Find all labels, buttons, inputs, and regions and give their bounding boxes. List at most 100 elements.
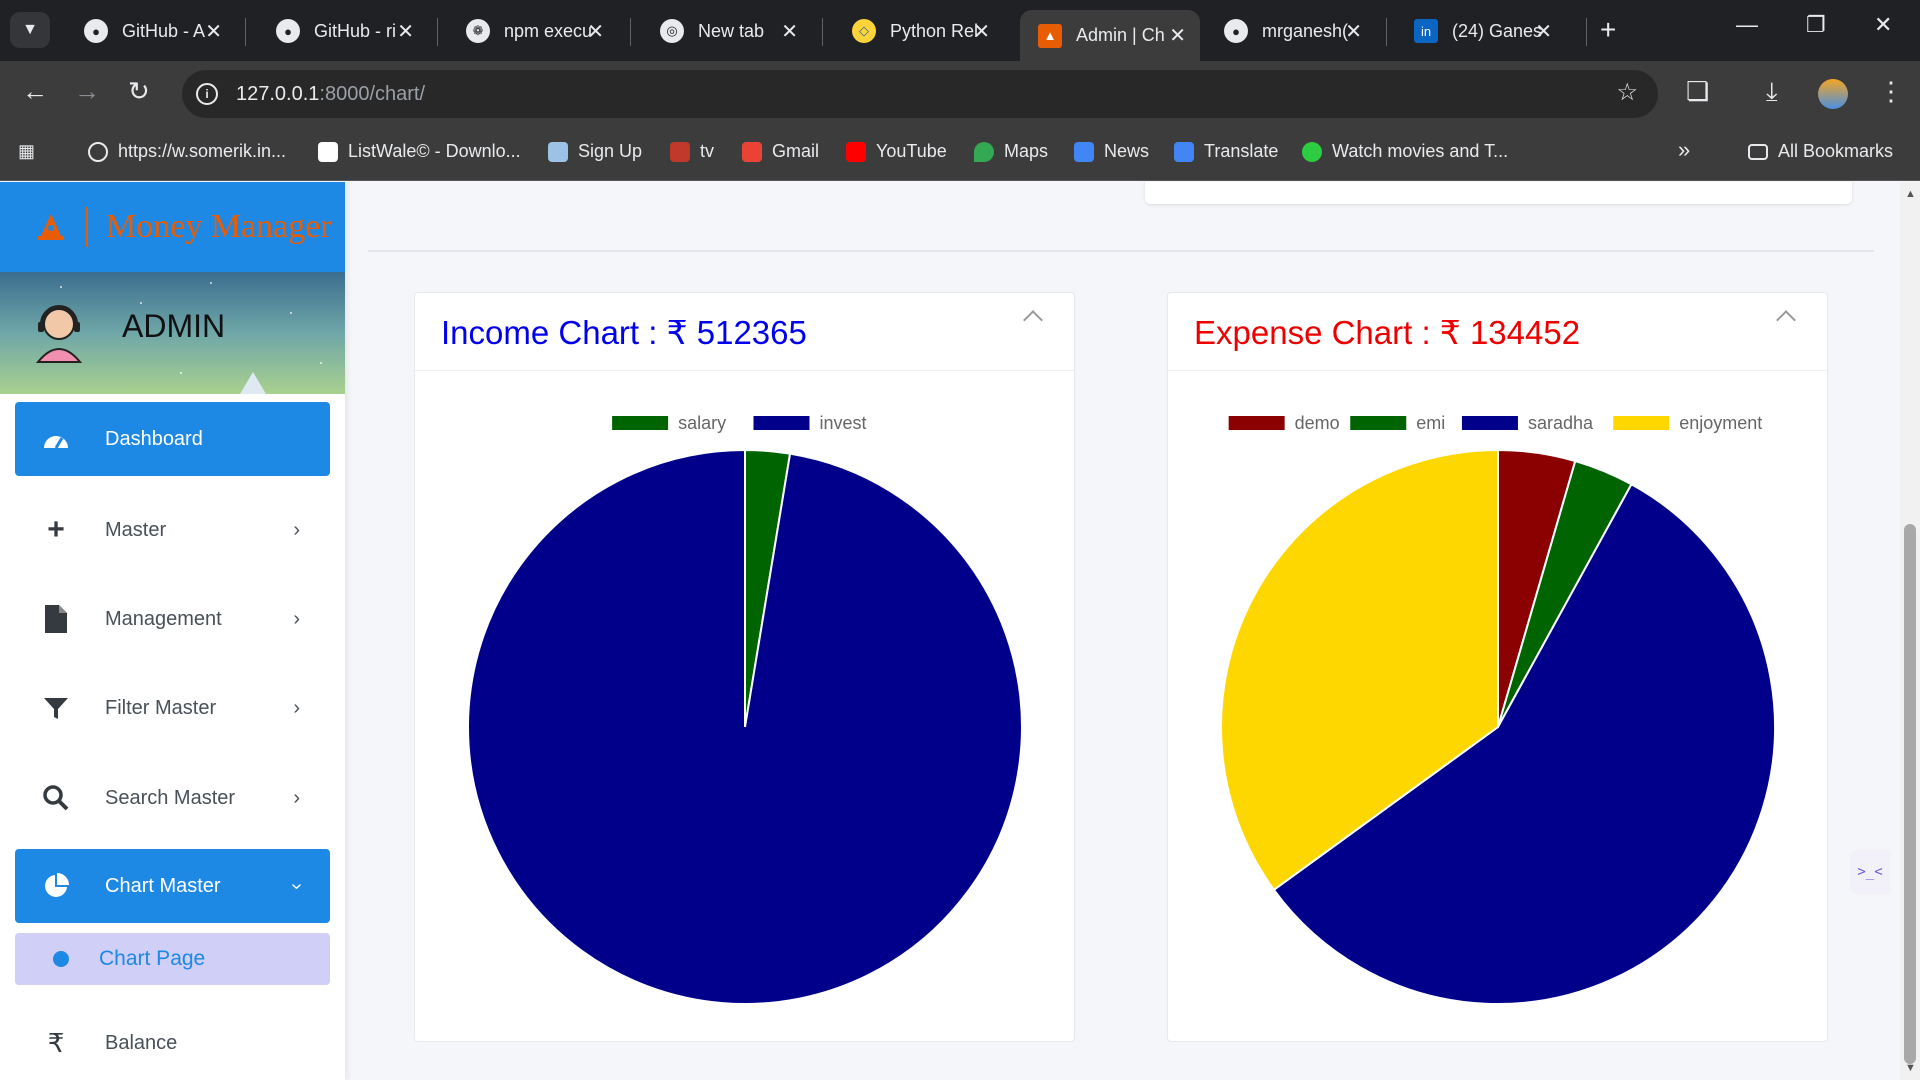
pie-slice-invest[interactable] (467, 448, 1023, 1005)
browser-tab-strip: ▼ ● GitHub - A ✕ ● GitHub - ri ✕ ❁ npm e… (0, 0, 1920, 61)
legend-label-salary[interactable]: salary (678, 413, 726, 433)
bookmark-item[interactable]: News (1074, 141, 1149, 162)
app-logo-icon: ▲ (1038, 23, 1062, 48)
bookmark-item[interactable]: tv (670, 141, 714, 162)
legend-label-demo[interactable]: demo (1295, 413, 1340, 433)
user-avatar[interactable] (26, 300, 92, 366)
sidebar-item-management[interactable]: Management › (15, 582, 330, 656)
bookmark-item[interactable]: Watch movies and T... (1302, 141, 1508, 162)
income-chart-card: Income Chart : ₹ 512365 salary invest (414, 292, 1075, 1042)
back-icon[interactable]: ← (22, 76, 48, 107)
site-info-icon[interactable]: i (196, 83, 218, 105)
legend-label-enjoyment[interactable]: enjoyment (1679, 413, 1762, 433)
close-window-icon[interactable]: ✕ (1874, 12, 1892, 38)
github-icon: ● (276, 19, 300, 43)
sidebar-item-search-master[interactable]: Search Master › (15, 761, 330, 835)
forward-icon[interactable]: → (74, 76, 100, 107)
legend-label-emi[interactable]: emi (1416, 413, 1445, 433)
linkedin-icon: in (1414, 19, 1438, 43)
profile-avatar[interactable] (1818, 79, 1848, 109)
legend-swatch-invest[interactable] (753, 416, 810, 430)
income-chart-title: Income Chart : ₹ 512365 (441, 314, 807, 351)
brand-name: Money Manager (106, 208, 332, 245)
bookmark-item[interactable]: Maps (974, 141, 1048, 162)
address-bar[interactable]: i 127.0.0.1:8000/chart/ ☆ (182, 70, 1658, 118)
legend-swatch-saradha[interactable] (1461, 416, 1518, 430)
browser-tab[interactable]: ● GitHub - ri ✕ (258, 10, 428, 52)
rupee-icon: ₹ (47, 1027, 65, 1058)
brand-header[interactable]: Money Manager (0, 182, 345, 272)
close-tab-icon[interactable]: ✕ (1169, 23, 1186, 48)
python-icon: ◇ (852, 19, 876, 43)
legend-swatch-salary[interactable] (612, 416, 669, 430)
legend-label-saradha[interactable]: saradha (1528, 413, 1594, 433)
bookmark-star-icon[interactable]: ☆ (1616, 78, 1638, 107)
maps-icon (974, 141, 994, 162)
restore-icon[interactable]: ❐ (1806, 12, 1826, 38)
legend-label-invest[interactable]: invest (820, 413, 867, 433)
bookmark-item[interactable]: Sign Up (548, 141, 642, 162)
play-icon (1302, 141, 1322, 162)
bookmark-item[interactable]: YouTube (846, 141, 947, 162)
sidebar-item-balance[interactable]: ₹ Balance (15, 1006, 330, 1080)
signup-icon (548, 141, 568, 162)
github-icon: ● (84, 19, 108, 43)
assistant-widget-button[interactable]: >_< (1850, 850, 1890, 894)
expense-chart-title: Expense Chart : ₹ 134452 (1194, 314, 1581, 351)
sidebar-item-filter-master[interactable]: Filter Master › (15, 671, 330, 745)
close-tab-icon[interactable]: ✕ (587, 19, 604, 44)
dashboard-gauge-icon (39, 428, 73, 450)
collapse-chevron-icon[interactable] (1023, 310, 1043, 330)
legend-swatch-enjoyment[interactable] (1613, 416, 1670, 430)
legend-swatch-demo[interactable] (1228, 416, 1285, 430)
brand-logo-icon (38, 214, 64, 240)
close-tab-icon[interactable]: ✕ (973, 19, 990, 44)
apps-grid-icon[interactable]: ▦ (18, 141, 35, 162)
browser-tab[interactable]: ◇ Python Rel ✕ (834, 10, 1004, 52)
collapse-chevron-icon[interactable] (1776, 310, 1796, 330)
bookmark-item[interactable]: ListWale© - Downlo... (318, 141, 521, 162)
new-tab-button[interactable]: + (1600, 14, 1616, 46)
browser-tab-active[interactable]: ▲ Admin | Ch ✕ (1020, 10, 1200, 61)
github-icon: ● (1224, 19, 1248, 43)
search-icon (39, 785, 73, 811)
chevron-right-icon: › (293, 786, 300, 809)
bookmarks-overflow-button[interactable]: » (1678, 137, 1690, 163)
openai-icon: ❁ (466, 19, 490, 43)
reload-icon[interactable]: ↻ (128, 76, 150, 107)
card-header: Income Chart : ₹ 512365 (415, 293, 1074, 371)
legend-swatch-emi[interactable] (1350, 416, 1407, 430)
scrollbar-thumb[interactable] (1904, 524, 1916, 1064)
sidebar-subitem-chart-page[interactable]: Chart Page (15, 933, 330, 985)
scroll-up-icon[interactable]: ▲ (1905, 188, 1916, 200)
menu-kebab-icon[interactable]: ⋮ (1878, 76, 1904, 107)
all-bookmarks-button[interactable]: All Bookmarks (1748, 141, 1893, 162)
scroll-down-icon[interactable]: ▼ (1905, 1062, 1916, 1074)
bookmark-item[interactable]: Gmail (742, 141, 819, 162)
browser-tab[interactable]: ● mrganesh( ✕ (1206, 10, 1376, 52)
close-tab-icon[interactable]: ✕ (397, 19, 414, 44)
bookmark-item[interactable]: Translate (1174, 141, 1278, 162)
section-divider (368, 250, 1874, 252)
close-tab-icon[interactable]: ✕ (1535, 19, 1552, 44)
chrome-icon: ◎ (660, 19, 684, 43)
minimize-icon[interactable]: — (1736, 12, 1758, 38)
globe-icon (88, 141, 108, 162)
downloads-icon[interactable]: ⤓ (1766, 76, 1778, 108)
bookmark-item[interactable]: https://w.somerik.in... (88, 141, 286, 162)
browser-tab[interactable]: in (24) Ganes ✕ (1396, 10, 1566, 52)
browser-tab[interactable]: ◎ New tab ✕ (642, 10, 812, 52)
tab-search-dropdown[interactable]: ▼ (10, 12, 50, 48)
browser-tab[interactable]: ❁ npm execu ✕ (448, 10, 618, 52)
user-panel: ADMIN (0, 272, 345, 394)
chevron-right-icon: › (293, 518, 300, 541)
page-scrollbar[interactable]: ▲ ▼ (1900, 182, 1920, 1080)
sidebar-item-master[interactable]: + Master › (15, 493, 330, 567)
close-tab-icon[interactable]: ✕ (781, 19, 798, 44)
extensions-icon[interactable]: ❏ (1686, 76, 1709, 107)
browser-tab[interactable]: ● GitHub - A ✕ (66, 10, 236, 52)
close-tab-icon[interactable]: ✕ (205, 19, 222, 44)
sidebar-item-chart-master[interactable]: Chart Master › (15, 849, 330, 923)
close-tab-icon[interactable]: ✕ (1345, 19, 1362, 44)
sidebar-item-dashboard[interactable]: Dashboard (15, 402, 330, 476)
